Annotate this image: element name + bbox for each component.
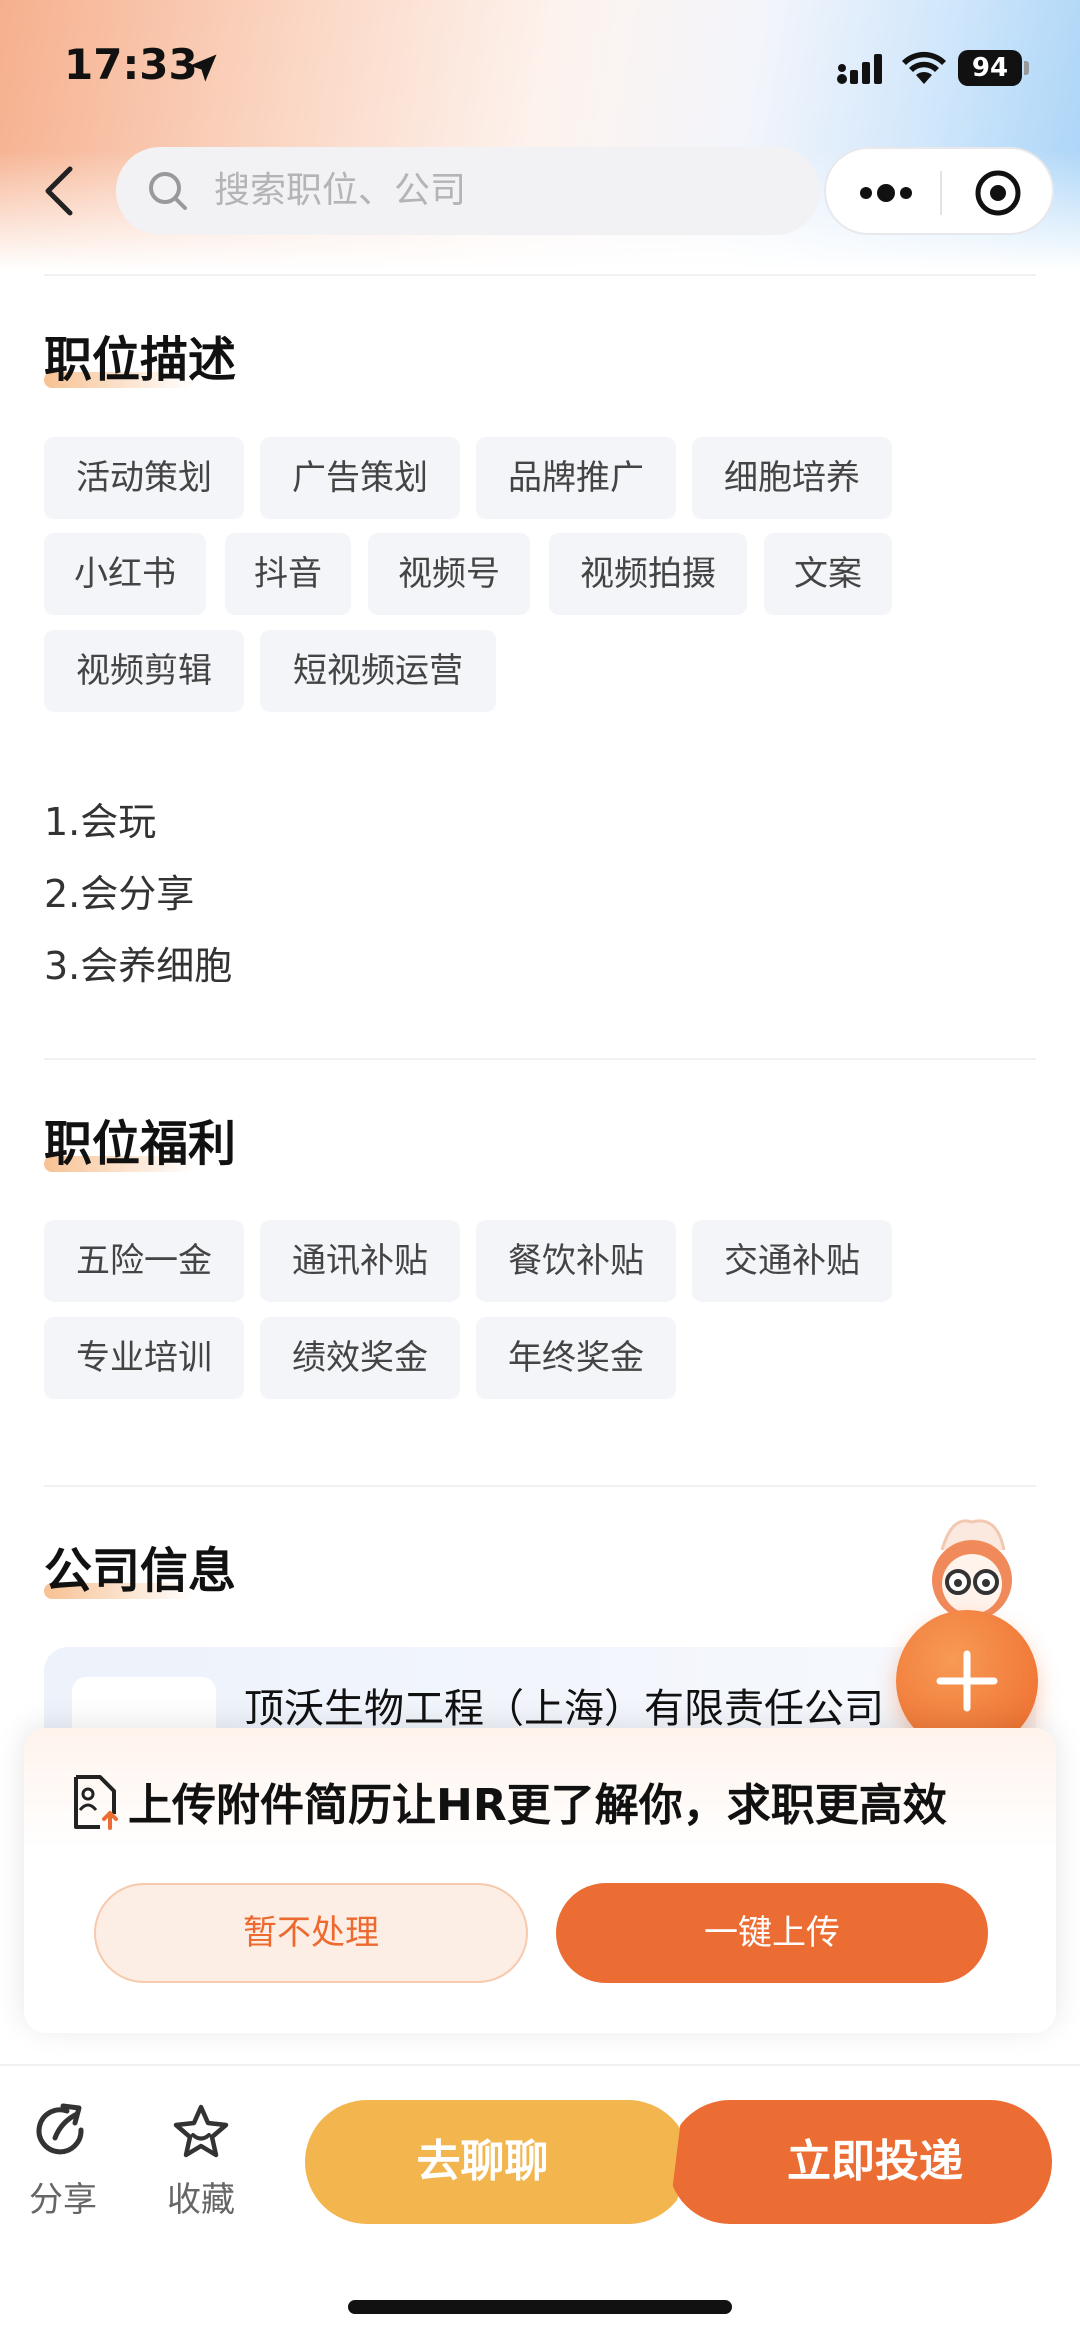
tag: 年终奖金	[476, 1317, 676, 1399]
favorite-label: 收藏	[167, 2180, 235, 2220]
tag: 细胞培养	[692, 437, 892, 519]
tag: 品牌推广	[476, 437, 676, 519]
home-indicator	[348, 2300, 732, 2314]
tag: 抖音	[225, 533, 351, 615]
tag: 视频号	[368, 533, 530, 615]
wifi-icon	[902, 51, 946, 84]
description-line: 1.会玩	[44, 800, 157, 844]
section-title-company: 公司信息	[44, 1543, 237, 1599]
battery-tip	[1024, 61, 1029, 75]
capsule-divider	[940, 171, 942, 215]
plus-icon	[936, 1650, 998, 1712]
section-title-benefits: 职位福利	[44, 1116, 237, 1172]
divider	[44, 1058, 1036, 1060]
tag: 视频剪辑	[44, 630, 244, 712]
skip-button[interactable]: 暂不处理	[94, 1883, 528, 1983]
miniprogram-capsule	[824, 147, 1054, 235]
more-icon[interactable]	[856, 179, 916, 207]
close-target-icon[interactable]	[974, 169, 1022, 217]
tag: 小红书	[44, 533, 206, 615]
status-time: 17:33	[64, 40, 198, 89]
status-bar: 17:33 94	[0, 0, 1080, 130]
share-label: 分享	[29, 2180, 97, 2220]
tag: 广告策划	[260, 437, 460, 519]
tag: 短视频运营	[260, 630, 496, 712]
description-line: 2.会分享	[44, 872, 195, 916]
battery-indicator: 94	[958, 50, 1022, 86]
chat-button[interactable]: 去聊聊	[305, 2100, 690, 2224]
tag: 绩效奖金	[260, 1317, 460, 1399]
search-icon	[149, 172, 187, 210]
description-line: 3.会养细胞	[44, 944, 233, 988]
star-icon	[173, 2104, 229, 2158]
back-arrow-icon[interactable]	[40, 165, 80, 217]
upload-resume-panel: 上传附件简历让HR更了解你，求职更高效 暂不处理 一键上传	[24, 1728, 1056, 2033]
upload-prompt-text: 上传附件简历让HR更了解你，求职更高效	[128, 1780, 947, 1831]
tag: 通讯补贴	[260, 1220, 460, 1302]
tag: 餐饮补贴	[476, 1220, 676, 1302]
section-title-job-description: 职位描述	[44, 332, 237, 388]
share-icon	[36, 2103, 84, 2155]
location-arrow-icon	[189, 54, 217, 82]
tag: 文案	[764, 533, 892, 615]
cellular-signal-icon	[837, 54, 882, 84]
apply-button[interactable]: 立即投递	[668, 2100, 1052, 2224]
tag: 交通补贴	[692, 1220, 892, 1302]
tag: 视频拍摄	[549, 533, 747, 615]
divider	[44, 274, 1036, 276]
favorite-button[interactable]: 收藏	[156, 2102, 246, 2221]
divider	[44, 1485, 1036, 1487]
search-input[interactable]: 搜索职位、公司	[116, 147, 820, 235]
one-click-upload-button[interactable]: 一键上传	[556, 1883, 988, 1983]
tag: 活动策划	[44, 437, 244, 519]
search-placeholder: 搜索职位、公司	[214, 170, 467, 211]
resume-upload-icon	[74, 1775, 118, 1830]
tag: 专业培训	[44, 1317, 244, 1399]
tag: 五险一金	[44, 1220, 244, 1302]
share-button[interactable]: 分享	[18, 2102, 108, 2221]
